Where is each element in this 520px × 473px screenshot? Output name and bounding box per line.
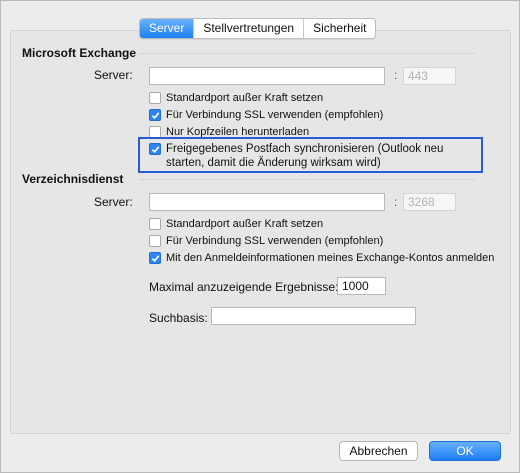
directory-port-input[interactable]	[403, 193, 456, 211]
ok-button[interactable]: OK	[429, 441, 501, 461]
checkbox-box[interactable]	[149, 143, 161, 155]
tab-bar: Server Stellvertretungen Sicherheit	[139, 18, 377, 39]
directory-server-input[interactable]	[149, 193, 385, 211]
checkbox-label: Freigegebenes Postfach synchronisieren (…	[166, 143, 444, 169]
account-settings-window: Server Stellvertretungen Sicherheit Micr…	[0, 0, 520, 473]
tab-server[interactable]: Server	[140, 19, 194, 38]
max-results-label: Maximal anzuzeigende Ergebnisse:	[149, 280, 339, 294]
checkbox-box[interactable]	[149, 252, 161, 264]
checkbox-box[interactable]	[149, 109, 161, 121]
directory-use-exchange-credentials-checkbox[interactable]: Mit den Anmeldeinformationen meines Exch…	[149, 251, 494, 265]
max-results-input[interactable]	[337, 277, 386, 295]
search-base-label: Suchbasis:	[149, 311, 208, 325]
checkbox-label: Standardport außer Kraft setzen	[166, 218, 324, 230]
checkbox-box[interactable]	[149, 218, 161, 230]
checkbox-label: Für Verbindung SSL verwenden (empfohlen)	[166, 109, 384, 121]
exchange-override-port-checkbox[interactable]: Standardport außer Kraft setzen	[149, 91, 323, 105]
search-base-input[interactable]	[211, 307, 416, 325]
exchange-port-input[interactable]	[403, 67, 456, 85]
exchange-section-title: Microsoft Exchange	[22, 46, 137, 60]
exchange-server-label: Server:	[94, 68, 133, 82]
sync-shared-mailbox-checkbox[interactable]: Freigegebenes Postfach synchronisieren (…	[149, 142, 469, 170]
checkbox-box[interactable]	[149, 92, 161, 104]
exchange-port-separator: :	[394, 68, 398, 82]
exchange-separator	[139, 53, 475, 54]
cancel-button[interactable]: Abbrechen	[339, 441, 418, 461]
checkbox-label: Mit den Anmeldeinformationen meines Exch…	[166, 252, 495, 264]
checkbox-box[interactable]	[149, 235, 161, 247]
checkbox-label: Standardport außer Kraft setzen	[166, 92, 324, 104]
directory-override-port-checkbox[interactable]: Standardport außer Kraft setzen	[149, 217, 323, 231]
directory-separator	[139, 179, 475, 180]
tab-delegates[interactable]: Stellvertretungen	[193, 19, 303, 38]
checkbox-label: Für Verbindung SSL verwenden (empfohlen)	[166, 235, 384, 247]
directory-server-label: Server:	[94, 195, 133, 209]
directory-port-separator: :	[394, 195, 398, 209]
directory-use-ssl-checkbox[interactable]: Für Verbindung SSL verwenden (empfohlen)	[149, 234, 383, 248]
directory-section-title: Verzeichnisdienst	[22, 172, 124, 186]
tab-security[interactable]: Sicherheit	[303, 19, 375, 38]
exchange-use-ssl-checkbox[interactable]: Für Verbindung SSL verwenden (empfohlen)	[149, 108, 383, 122]
exchange-server-input[interactable]	[149, 67, 385, 85]
